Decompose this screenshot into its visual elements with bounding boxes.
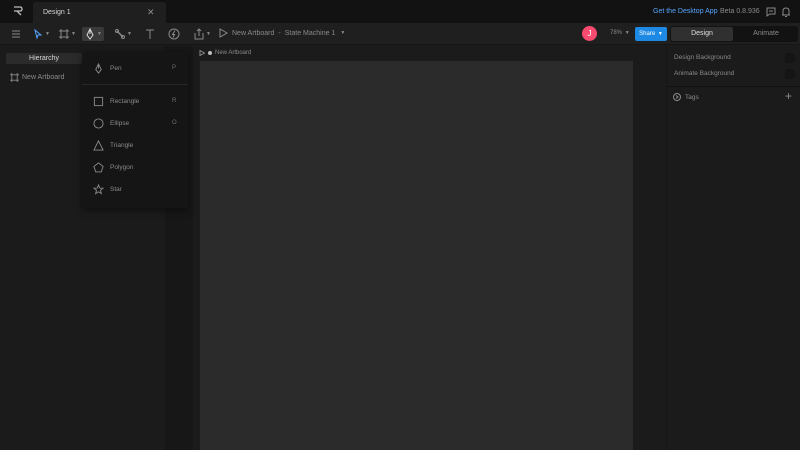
design-mode-tab[interactable]: Design bbox=[671, 27, 733, 41]
export-tool-button[interactable]: ▼ bbox=[193, 27, 211, 41]
hierarchy-tab[interactable]: Hierarchy bbox=[6, 53, 82, 64]
tags-label: Tags bbox=[685, 93, 699, 101]
text-icon bbox=[146, 29, 154, 39]
avatar[interactable]: J bbox=[582, 26, 597, 41]
play-icon[interactable] bbox=[218, 28, 228, 38]
ellipse-icon bbox=[93, 117, 104, 129]
zoom-value: 78% bbox=[610, 30, 623, 36]
star-icon bbox=[93, 183, 104, 195]
chevron-down-icon: ▼ bbox=[206, 31, 211, 37]
artboard-tool-button[interactable]: ▼ bbox=[58, 27, 76, 41]
pen-icon bbox=[86, 28, 94, 40]
bone-icon bbox=[115, 29, 125, 39]
zoom-dropdown[interactable]: 78% ▼ bbox=[610, 30, 630, 36]
menu-item-label: Triangle bbox=[110, 141, 134, 149]
breadcrumb[interactable]: New Artboard - State Machine 1 ▼ bbox=[218, 28, 345, 38]
artboard-icon bbox=[10, 73, 19, 82]
document-tab-title: Design 1 bbox=[43, 9, 71, 16]
animate-background-swatch[interactable] bbox=[785, 69, 795, 79]
text-tool-button[interactable] bbox=[144, 27, 156, 41]
rectangle-icon bbox=[93, 96, 104, 106]
chevron-down-icon: ▼ bbox=[97, 31, 102, 37]
menu-item-shortcut: O bbox=[172, 120, 177, 126]
title-bar: Design 1 ✕ Get the Desktop App Beta 0.8.… bbox=[0, 0, 800, 23]
chevron-down-icon: ▼ bbox=[624, 30, 630, 36]
menu-button[interactable] bbox=[10, 27, 22, 41]
menu-item-label: Ellipse bbox=[110, 119, 130, 127]
inspector-panel: Design Background Animate Background Tag… bbox=[666, 46, 800, 450]
design-background-label: Design Background bbox=[674, 54, 731, 61]
hamburger-icon bbox=[12, 30, 20, 38]
pen-tool-button[interactable]: ▼ bbox=[82, 27, 104, 41]
chevron-down-icon: ▼ bbox=[657, 31, 663, 37]
menu-item-label: Star bbox=[110, 185, 122, 193]
menu-item-label: Rectangle bbox=[110, 97, 140, 105]
chevron-circle-icon[interactable] bbox=[673, 93, 681, 101]
select-tool-button[interactable]: ▼ bbox=[32, 27, 50, 41]
menu-item-star[interactable]: Star bbox=[82, 180, 188, 198]
pen-tool-menu: Pen P Rectangle R Ellipse O Triangle Pol… bbox=[82, 52, 188, 208]
breadcrumb-artboard[interactable]: New Artboard bbox=[232, 30, 274, 37]
artboard-label[interactable]: New Artboard bbox=[199, 50, 251, 56]
tags-section[interactable]: Tags bbox=[673, 93, 699, 101]
chevron-down-icon: ▼ bbox=[71, 31, 76, 37]
menu-item-rectangle[interactable]: Rectangle R bbox=[82, 92, 188, 110]
breadcrumb-state-machine[interactable]: State Machine 1 bbox=[285, 30, 336, 37]
lightning-circle-icon bbox=[168, 28, 180, 40]
hierarchy-item-new-artboard[interactable]: New Artboard bbox=[10, 73, 64, 82]
chevron-down-icon: ▼ bbox=[45, 31, 50, 37]
hierarchy-item-label: New Artboard bbox=[22, 74, 65, 81]
design-background-swatch[interactable] bbox=[785, 53, 795, 63]
version-label: Beta 0.8.936 bbox=[720, 8, 760, 15]
share-button[interactable]: Share ▼ bbox=[635, 27, 667, 41]
add-tag-icon[interactable]: + bbox=[785, 89, 792, 103]
menu-divider bbox=[82, 84, 188, 85]
animate-mode-tab[interactable]: Animate bbox=[735, 27, 797, 41]
export-icon bbox=[194, 28, 204, 40]
menu-item-polygon[interactable]: Polygon bbox=[82, 158, 188, 176]
bone-tool-button[interactable]: ▼ bbox=[114, 27, 132, 41]
divider bbox=[667, 86, 800, 87]
menu-item-label: Pen bbox=[110, 64, 122, 72]
events-tool-button[interactable] bbox=[168, 27, 180, 41]
menu-item-label: Polygon bbox=[110, 163, 134, 171]
mode-switch: Design Animate bbox=[670, 26, 798, 42]
artboard[interactable] bbox=[200, 61, 633, 450]
get-desktop-app-link[interactable]: Get the Desktop App bbox=[653, 8, 718, 15]
rive-logo-icon[interactable] bbox=[12, 5, 24, 17]
animate-background-label: Animate Background bbox=[674, 70, 735, 77]
close-tab-icon[interactable]: ✕ bbox=[147, 7, 155, 18]
pointer-icon bbox=[34, 28, 43, 40]
menu-item-ellipse[interactable]: Ellipse O bbox=[82, 114, 188, 132]
menu-item-triangle[interactable]: Triangle bbox=[82, 136, 188, 154]
pen-icon bbox=[95, 62, 102, 74]
chevron-down-icon[interactable]: ▼ bbox=[340, 30, 345, 36]
chevron-down-icon: ▼ bbox=[127, 31, 132, 37]
polygon-icon bbox=[93, 161, 104, 172]
menu-item-pen[interactable]: Pen P bbox=[82, 59, 188, 77]
play-icon[interactable] bbox=[199, 50, 205, 56]
artboard-icon bbox=[59, 29, 69, 39]
menu-item-shortcut: P bbox=[172, 65, 177, 71]
artboard-name: New Artboard bbox=[215, 50, 252, 56]
bell-icon[interactable] bbox=[780, 6, 792, 18]
triangle-icon bbox=[93, 139, 104, 151]
menu-item-shortcut: R bbox=[172, 98, 177, 104]
chat-icon[interactable] bbox=[765, 6, 777, 18]
breadcrumb-separator: - bbox=[278, 29, 281, 37]
share-button-label: Share bbox=[639, 31, 656, 37]
document-tab[interactable]: Design 1 ✕ bbox=[33, 2, 166, 23]
status-dot-icon bbox=[208, 51, 212, 55]
